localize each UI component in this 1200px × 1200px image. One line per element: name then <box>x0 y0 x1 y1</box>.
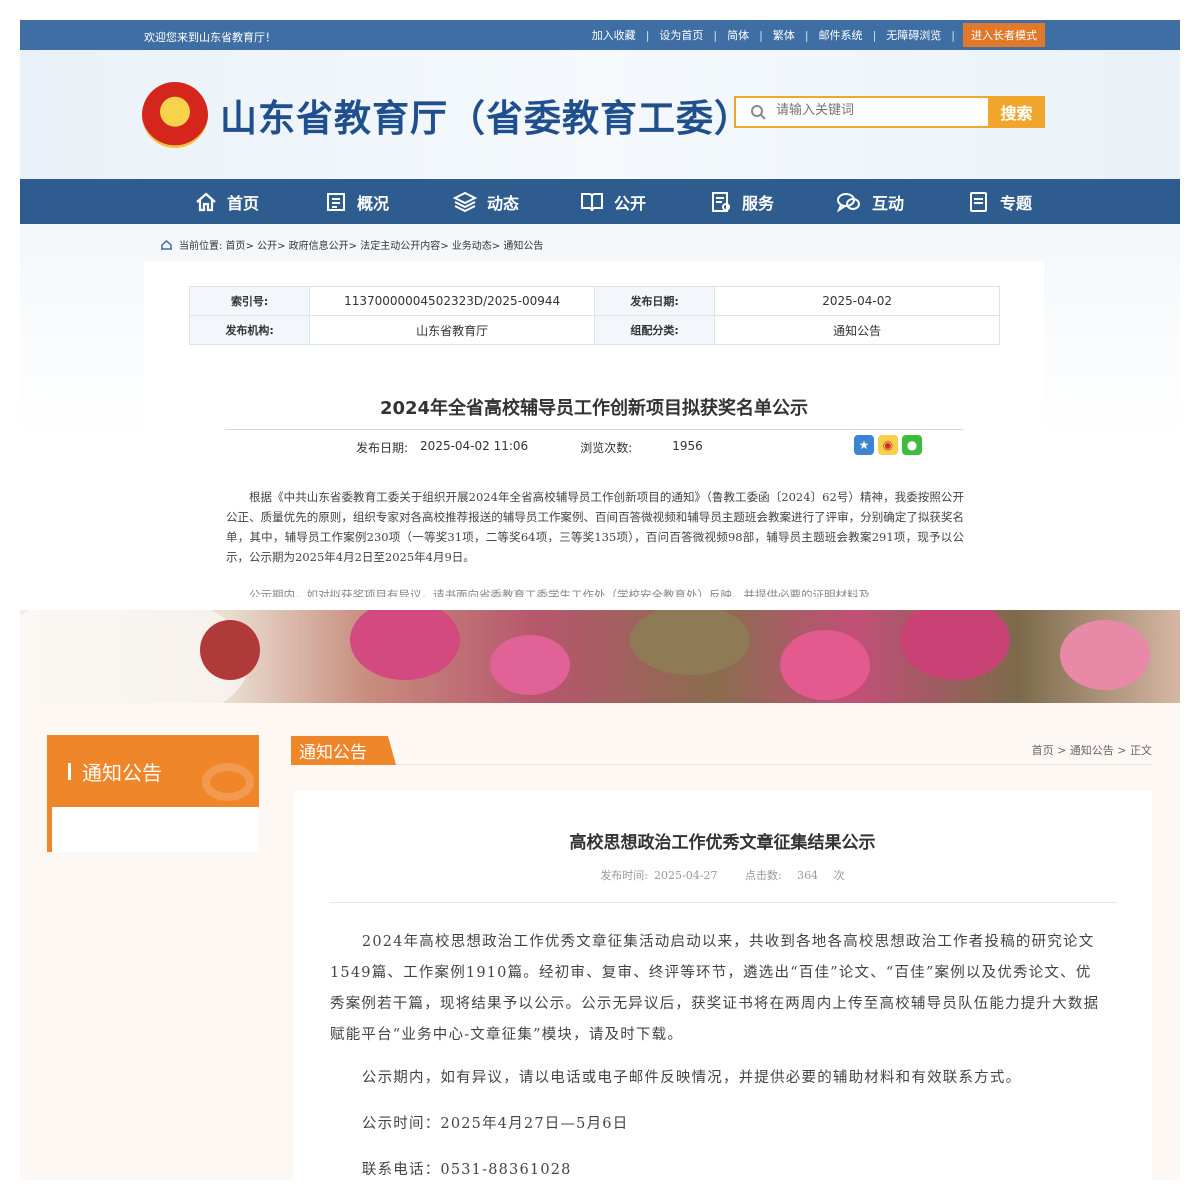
search-icon <box>751 105 766 120</box>
location-icon <box>161 239 172 250</box>
welcome-text: 欢迎您来到山东省教育厅！ <box>144 31 276 44</box>
nav-service[interactable]: 服务 <box>710 179 774 224</box>
elder-mode-button[interactable]: 进入长者模式 <box>963 23 1045 47</box>
time-label: 发布时间: <box>600 869 649 882</box>
sidebar-menu <box>47 807 259 852</box>
home-icon <box>196 192 216 211</box>
publish-time: 2025-04-27 <box>654 869 718 882</box>
paragraph: 公示时间：2025年4月27日—5月6日 <box>361 1116 629 1132</box>
nav-label: 专题 <box>1000 193 1033 213</box>
nav-label: 互动 <box>872 193 905 213</box>
national-emblem-icon: ★ <box>142 82 208 148</box>
article-panel-2: 高校思想政治工作优秀文章征集结果公示 发布时间: 2025-04-27 点击数: … <box>293 791 1152 1180</box>
paragraph: 公示期内，如有异议，请以电话或电子邮件反映情况，并提供必要的辅助材料和有效联系方… <box>361 1070 1022 1086</box>
site-header: ★ 山东省教育厅（省委教育工委） 搜索 <box>20 50 1180 180</box>
service-icon <box>712 191 730 212</box>
breadcrumb: 当前位置: 首页> 公开> 政府信息公开> 法定主动公开内容> 业务动态> 通知… <box>160 237 543 252</box>
date-label: 发布日期: <box>356 441 409 455</box>
meta-table: 索引号: 11370000004502323D/2025-00944 发布日期:… <box>188 286 1000 345</box>
article-panel: 索引号: 11370000004502323D/2025-00944 发布日期:… <box>144 261 1044 610</box>
bottom-screenshot: 通知公告 通知公告 首页 > 通知公告 > 正文 高校思想政治工作优秀文章征集结… <box>20 610 1180 1180</box>
section-tab[interactable]: 通知公告 <box>291 736 396 765</box>
decorative-swirl-icon <box>202 763 254 801</box>
main-nav: 首页 概况 动态 公开 服务 互动 专题 <box>20 179 1180 224</box>
table-row: 索引号: 11370000004502323D/2025-00944 发布日期:… <box>188 286 1000 316</box>
search-button[interactable]: 搜索 <box>988 96 1045 128</box>
sidebar-accent-bar <box>68 763 71 780</box>
simplified-chinese-link[interactable]: 简体 <box>717 27 759 43</box>
paragraph: 2024年高校思想政治工作优秀文章征集活动启动以来，共收到各地各高校思想政治工作… <box>330 934 1100 1043</box>
clicks-count: 364 <box>797 869 819 882</box>
sidebar-header: 通知公告 <box>47 735 259 807</box>
meta-value: 通知公告 <box>714 315 1000 345</box>
nav-news[interactable]: 动态 <box>453 179 519 224</box>
add-favorite-link[interactable]: 加入收藏 <box>582 27 646 43</box>
paragraph: 联系电话：0531-88361028 <box>361 1162 572 1178</box>
article-body-cut: 公示期内，如对拟获奖项目有异议，请书面向省委教育工委学生工作处（学校安全教育处）… <box>249 588 870 597</box>
accessibility-link[interactable]: 无障碍浏览 <box>876 27 951 43</box>
mail-system-link[interactable]: 邮件系统 <box>809 27 873 43</box>
document-icon <box>970 191 987 212</box>
nav-label: 公开 <box>614 193 647 213</box>
breadcrumb-text[interactable]: 当前位置: 首页> 公开> 政府信息公开> 法定主动公开内容> 业务动态> 通知… <box>179 237 543 252</box>
article-meta: 发布日期: 2025-04-02 11:06 浏览次数: 1956 <box>356 439 715 456</box>
views-count: 1956 <box>672 439 703 453</box>
nav-interaction[interactable]: 互动 <box>836 179 904 224</box>
site-title: 山东省教育厅（省委教育工委） <box>220 97 752 140</box>
nav-overview[interactable]: 概况 <box>325 179 389 224</box>
nav-label: 概况 <box>357 193 390 213</box>
meta-key: 组配分类: <box>593 315 716 345</box>
divider <box>330 902 1117 903</box>
views-label: 浏览次数: <box>580 441 633 455</box>
overview-icon <box>327 192 345 211</box>
chat-icon <box>836 192 860 213</box>
meta-key: 索引号: <box>188 286 311 316</box>
book-icon <box>581 192 603 211</box>
table-row: 发布机构: 山东省教育厅 组配分类: 通知公告 <box>188 315 1000 345</box>
article-meta-2: 发布时间: 2025-04-27 点击数: 364 次 <box>293 867 1152 883</box>
section-breadcrumb[interactable]: 首页 > 通知公告 > 正文 <box>1032 742 1152 758</box>
divider <box>225 429 963 430</box>
wechat-share-icon[interactable]: ● <box>902 435 922 455</box>
nav-label: 动态 <box>487 193 520 213</box>
separator: | <box>645 28 650 42</box>
share-buttons: ★ ◉ ● <box>854 435 926 455</box>
separator: | <box>713 28 718 42</box>
clicks-unit: 次 <box>833 869 845 882</box>
traditional-chinese-link[interactable]: 繁体 <box>763 27 805 43</box>
meta-value: 2025-04-02 <box>714 286 1000 316</box>
search-input[interactable] <box>774 102 974 119</box>
separator: | <box>951 28 955 42</box>
search-box[interactable] <box>734 96 990 128</box>
separator: | <box>804 28 809 42</box>
nav-home[interactable]: 首页 <box>195 179 259 224</box>
meta-value: 11370000004502323D/2025-00944 <box>309 286 595 316</box>
separator: | <box>872 28 877 42</box>
meta-value: 山东省教育厅 <box>309 315 595 345</box>
layers-icon <box>453 191 477 212</box>
meta-key: 发布日期: <box>593 286 716 316</box>
utility-links: 加入收藏 | 设为首页 | 简体 | 繁体 | 邮件系统 | 无障碍浏览 | 进… <box>582 20 1045 50</box>
meta-key: 发布机构: <box>188 315 311 345</box>
sidebar-title: 通知公告 <box>82 761 162 785</box>
top-utility-bar: 欢迎您来到山东省教育厅！ 加入收藏 | 设为首页 | 简体 | 繁体 | 邮件系… <box>20 20 1180 50</box>
article-body: 根据《中共山东省委教育工委关于组织开展2024年全省高校辅导员工作创新项目的通知… <box>226 490 964 564</box>
article-title: 2024年全省高校辅导员工作创新项目拟获奖名单公示 <box>379 398 809 419</box>
set-homepage-link[interactable]: 设为首页 <box>649 27 713 43</box>
qzone-share-icon[interactable]: ★ <box>854 435 874 455</box>
section-header: 通知公告 首页 > 通知公告 > 正文 <box>291 736 1152 765</box>
weibo-share-icon[interactable]: ◉ <box>878 435 898 455</box>
nav-topics[interactable]: 专题 <box>968 179 1032 224</box>
top-screenshot: 欢迎您来到山东省教育厅！ 加入收藏 | 设为首页 | 简体 | 繁体 | 邮件系… <box>20 20 1180 610</box>
nav-open[interactable]: 公开 <box>580 179 646 224</box>
article-title-2: 高校思想政治工作优秀文章征集结果公示 <box>569 833 876 853</box>
publish-date: 2025-04-02 11:06 <box>420 439 529 453</box>
plum-blossom-banner <box>20 610 1180 703</box>
nav-label: 首页 <box>227 193 260 213</box>
clicks-label: 点击数: <box>744 869 782 882</box>
separator: | <box>759 28 763 42</box>
nav-label: 服务 <box>742 193 775 213</box>
